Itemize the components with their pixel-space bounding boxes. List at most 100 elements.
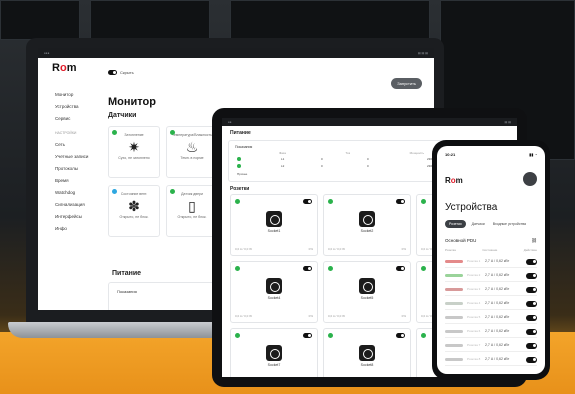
action-button[interactable]: Запустить: [391, 78, 422, 89]
socket-card[interactable]: Socket5 0,0 A / 0,0 W 0%: [323, 261, 411, 323]
socket-toggle[interactable]: [303, 199, 312, 204]
socket-color-bar: [445, 358, 463, 361]
sensor-status: Открыто, не блок.: [177, 215, 207, 219]
socket-row-label: Розетка 4: [467, 301, 481, 305]
socket-row-toggle[interactable]: [526, 273, 537, 279]
hide-toggle-row[interactable]: Скрыть: [108, 70, 134, 75]
status-dot: [112, 189, 117, 194]
toggle-label: Скрыть: [120, 70, 134, 75]
socket-row[interactable]: Розетка 1 2,7 А / 0,62 кВт: [445, 256, 537, 268]
socket-icon: [359, 278, 375, 294]
socket-row-label: Розетка 8: [467, 357, 481, 361]
socket-row-state: 2,7 А / 0,62 кВт: [485, 329, 510, 333]
server-rack: [0, 0, 80, 40]
status-dot: [421, 266, 426, 271]
power-readings-label: Показания: [117, 289, 137, 294]
socket-row-label: Розетка 5: [467, 315, 481, 319]
socket-row-toggle[interactable]: [526, 357, 537, 363]
sidebar-section-label: НАСТРОЙКИ: [55, 131, 77, 135]
sidebar-item-watchdog[interactable]: Watchdog: [55, 190, 105, 195]
status-dot: [170, 189, 175, 194]
socket-row[interactable]: Розетка 4 2,7 А / 0,62 кВт: [445, 298, 537, 310]
socket-row-state: 2,7 А / 0,62 кВт: [485, 357, 510, 361]
link-icon[interactable]: ⛓: [531, 238, 537, 244]
sidebar-item-interfaces[interactable]: Интерфейсы: [55, 214, 105, 219]
tab-sockets[interactable]: Розетки: [445, 220, 466, 228]
socket-color-bar: [445, 344, 463, 347]
socket-meta: 0,0 A / 0,0 W0%: [328, 247, 406, 251]
status-dot: [170, 130, 175, 135]
socket-row[interactable]: Розетка 3 2,7 А / 0,62 кВт: [445, 284, 537, 296]
brand-logo: Rom: [52, 62, 77, 74]
sidebar-item-accounts[interactable]: Учетные записи: [55, 154, 105, 159]
socket-icon: [359, 345, 375, 361]
socket-row-toggle[interactable]: [526, 287, 537, 293]
socket-card[interactable]: Socket80,0 A / 0,0 W0%: [323, 328, 411, 377]
phone-page-title: Устройства: [445, 202, 498, 213]
socket-row[interactable]: Розетка 2 2,7 А / 0,62 кВт: [445, 270, 537, 282]
socket-row-toggle[interactable]: [526, 329, 537, 335]
socket-row-state: 2,7 А / 0,62 кВт: [485, 315, 510, 319]
socket-name: Socket7: [267, 363, 281, 367]
sidebar-item-devices[interactable]: Устройства: [55, 104, 105, 109]
socket-toggle[interactable]: [303, 333, 312, 338]
socket-row[interactable]: Розетка 6 2,7 А / 0,62 кВт: [445, 326, 537, 338]
tablet-power-title: Питание: [230, 130, 251, 136]
status-dot: [421, 199, 426, 204]
status-dot: [328, 333, 333, 338]
sensor-status: Темп. в норме: [180, 156, 204, 160]
socket-card[interactable]: Socket1 0,0 A / 0,0 W 0%: [230, 194, 318, 256]
socket-row-label: Розетка 7: [467, 343, 481, 347]
sensor-card[interactable]: Состояние вент. ✽ Открыто, не блок.: [108, 185, 160, 237]
socket-row-toggle[interactable]: [526, 259, 537, 265]
socket-toggle[interactable]: [303, 266, 312, 271]
status-dot: [235, 266, 240, 271]
sidebar-item-time[interactable]: Время: [55, 178, 105, 183]
toggle-switch[interactable]: [108, 70, 117, 75]
sidebar-item-monitor[interactable]: Монитор: [55, 92, 105, 97]
tab-sensors[interactable]: Датчики: [470, 220, 487, 228]
socket-name: Socket2: [360, 229, 374, 233]
socket-row-toggle[interactable]: [526, 343, 537, 349]
socket-row[interactable]: Розетка 5 2,7 А / 0,62 кВт: [445, 312, 537, 324]
sensor-card[interactable]: Затопление ✷ Сухо, не затоплено: [108, 126, 160, 178]
socket-row[interactable]: Розетка 7 2,7 А / 0,62 кВт: [445, 340, 537, 352]
sockets-title: Розетки: [230, 186, 250, 192]
socket-row-toggle[interactable]: [526, 315, 537, 321]
sensor-card[interactable]: Температура/Влажность ♨ Темп. в норме: [166, 126, 218, 178]
water-icon: ✷: [128, 139, 140, 155]
socket-name: Socket1: [267, 229, 281, 233]
socket-icon: [266, 345, 282, 361]
socket-meta: 0,0 A / 0,0 W0%: [328, 314, 406, 318]
menu-button[interactable]: [523, 172, 537, 186]
power-card: Показания: [108, 282, 218, 310]
socket-color-bar: [445, 274, 463, 277]
sidebar-item-alarm[interactable]: Сигнализация: [55, 202, 105, 207]
marketing-scene: ●●● ▤ ▤ ▤ Rom Монитор Устройства Сервис Н…: [0, 0, 575, 394]
socket-card[interactable]: Socket70,0 A / 0,0 W0%: [230, 328, 318, 377]
door-icon: ▯: [188, 198, 196, 214]
sidebar-item-service[interactable]: Сервис: [55, 116, 105, 121]
socket-card[interactable]: Socket2 0,0 A / 0,0 W 0%: [323, 194, 411, 256]
socket-name: Socket4: [267, 296, 281, 300]
socket-color-bar: [445, 260, 463, 263]
socket-row-state: 2,7 А / 0,62 кВт: [485, 287, 510, 291]
socket-toggle[interactable]: [396, 266, 405, 271]
sensor-card[interactable]: Датчик двери ▯ Открыто, не блок.: [166, 185, 218, 237]
sidebar-item-protocols[interactable]: Протоколы: [55, 166, 105, 171]
socket-row-label: Розетка 2: [467, 273, 481, 277]
sidebar-item-network[interactable]: Сеть: [55, 142, 105, 147]
socket-color-bar: [445, 316, 463, 319]
socket-name: Socket5: [360, 296, 374, 300]
socket-card[interactable]: Socket4 0,0 A / 0,0 W 0%: [230, 261, 318, 323]
laptop-topbar: ●●● ▤ ▤ ▤: [38, 48, 434, 58]
socket-toggle[interactable]: [396, 333, 405, 338]
socket-row[interactable]: Розетка 8 2,7 А / 0,62 кВт: [445, 354, 537, 366]
socket-color-bar: [445, 330, 463, 333]
socket-color-bar: [445, 302, 463, 305]
device-header[interactable]: Основной PDU ⛓: [445, 238, 537, 244]
sidebar-item-info[interactable]: Инфо: [55, 226, 105, 231]
socket-toggle[interactable]: [396, 199, 405, 204]
socket-row-toggle[interactable]: [526, 301, 537, 307]
tab-input-devices[interactable]: Входные устройства: [491, 220, 528, 228]
